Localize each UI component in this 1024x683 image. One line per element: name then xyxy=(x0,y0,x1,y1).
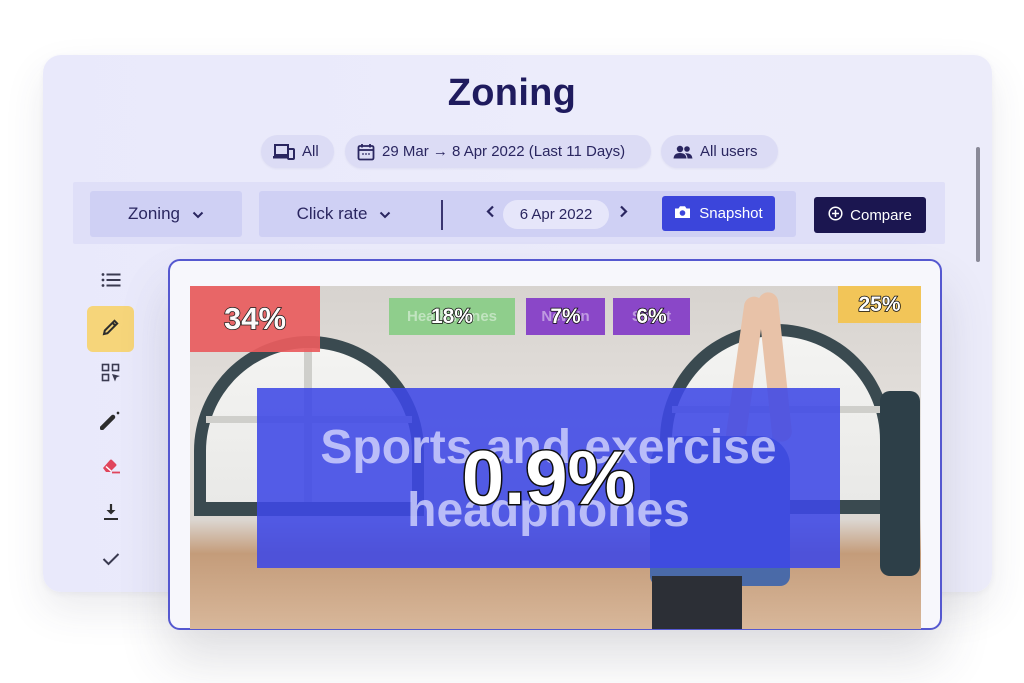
snapshot-label: Snapshot xyxy=(699,205,763,222)
plus-circle-icon xyxy=(828,205,843,225)
zone-headphones[interactable]: Headphones 18% xyxy=(389,298,515,335)
magic-wand-icon xyxy=(99,410,122,435)
zone-1-value: 34% xyxy=(223,300,287,337)
compare-button[interactable]: Compare xyxy=(814,197,926,233)
devices-icon xyxy=(273,143,295,160)
tool-list[interactable] xyxy=(87,259,134,305)
scrollbar[interactable] xyxy=(976,147,980,262)
list-icon xyxy=(101,272,121,293)
compare-label: Compare xyxy=(850,206,912,224)
chevron-down-icon xyxy=(379,204,391,224)
page-title: Zoning xyxy=(447,72,577,114)
date-range-filter[interactable]: 29 Mar → 8 Apr 2022 (Last 11 Days) xyxy=(345,135,651,168)
punching-bag xyxy=(880,391,920,576)
zone-5-value: 25% xyxy=(858,292,902,317)
users-icon xyxy=(673,145,693,159)
calendar-icon xyxy=(357,143,375,161)
prev-date-button[interactable] xyxy=(483,205,497,223)
date-range-label: 29 Mar → 8 Apr 2022 (Last 11 Days) xyxy=(382,143,626,160)
chevron-down-icon xyxy=(192,204,204,224)
tool-download[interactable] xyxy=(87,491,134,537)
person-legs xyxy=(652,576,742,629)
chevron-right-icon xyxy=(619,205,628,223)
zone-sports-headphones[interactable]: Sports and exercise headphones 0.9% xyxy=(257,388,840,568)
grid-select-icon xyxy=(101,363,121,388)
chevron-left-icon xyxy=(485,205,495,223)
segment-label: All users xyxy=(700,143,758,160)
zone-headphones-value: 18% xyxy=(430,304,474,329)
segment-filter[interactable]: All users xyxy=(661,135,778,168)
zone-1[interactable]: 34% xyxy=(190,286,320,352)
metric-dropdown-label: Click rate xyxy=(296,204,368,223)
tool-eraser[interactable] xyxy=(87,445,134,491)
camera-icon xyxy=(674,205,691,223)
zone-new-in-value: 7% xyxy=(550,304,582,329)
zone-sports-headphones-value: 0.9% xyxy=(460,434,636,522)
device-filter[interactable]: All xyxy=(261,135,334,168)
device-filter-label: All xyxy=(302,143,319,160)
pencil-icon xyxy=(102,318,120,341)
zone-new-in[interactable]: New In 7% xyxy=(526,298,605,335)
tool-zone-select[interactable] xyxy=(87,352,134,398)
mode-dropdown-label: Zoning xyxy=(128,204,180,223)
tool-edit[interactable] xyxy=(87,306,134,352)
metric-dropdown[interactable]: Click rate xyxy=(259,191,429,237)
zone-5[interactable]: 25% xyxy=(838,286,921,323)
download-icon xyxy=(103,503,119,526)
snapshot-button[interactable]: Snapshot xyxy=(662,196,775,231)
tool-validate[interactable] xyxy=(87,538,134,584)
zone-sport-value: 6% xyxy=(636,304,668,329)
tool-magic-wand[interactable] xyxy=(87,399,134,445)
toolbar-divider xyxy=(441,200,443,230)
current-date[interactable]: 6 Apr 2022 xyxy=(503,200,609,229)
zone-sport[interactable]: Sport 6% xyxy=(613,298,690,335)
check-icon xyxy=(102,552,120,571)
next-date-button[interactable] xyxy=(616,205,630,223)
mode-dropdown[interactable]: Zoning xyxy=(90,191,242,237)
eraser-icon xyxy=(100,457,122,480)
